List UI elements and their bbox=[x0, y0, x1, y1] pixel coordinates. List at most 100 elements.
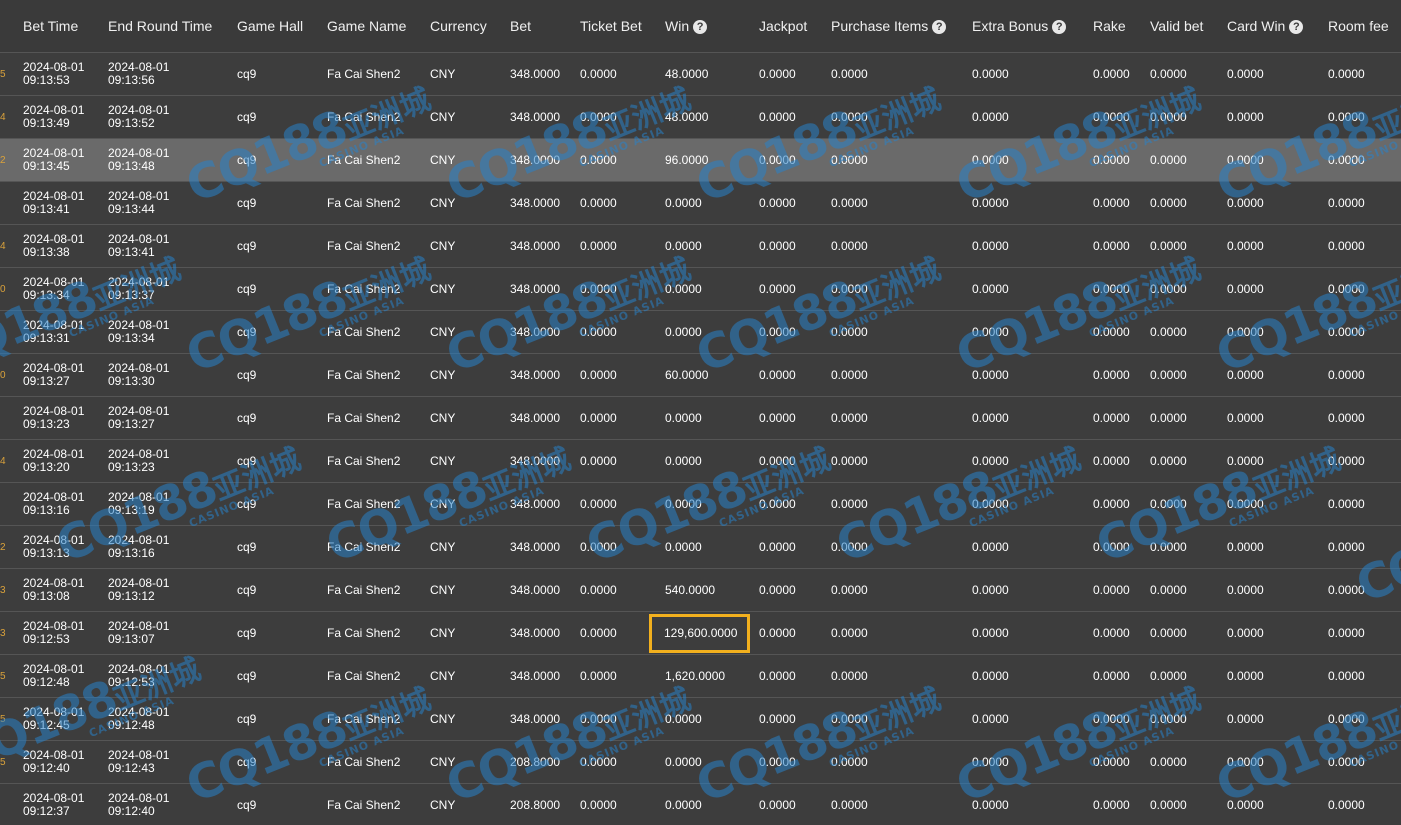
game-hall-cell: cq9 bbox=[237, 740, 327, 784]
purchase-items-cell: 0.0000 bbox=[831, 138, 972, 182]
column-header-rake[interactable]: Rake bbox=[1093, 0, 1150, 53]
table-row[interactable]: 2024-08-01 09:13:23 2024-08-01 09:13:27 cq9 F… bbox=[0, 396, 1401, 440]
jackpot-cell: 0.0000 bbox=[759, 697, 831, 741]
table-row[interactable]: 4 2024-08-01 09:13:49 2024-08-01 09:13:52 cq9… bbox=[0, 95, 1401, 139]
currency-cell: CNY bbox=[430, 310, 510, 354]
table-header-row: Bet Time End Round Time Game Hall Game Name… bbox=[0, 0, 1401, 53]
rake-cell: 0.0000 bbox=[1093, 482, 1150, 526]
column-header-currency[interactable]: Currency bbox=[430, 0, 510, 53]
extra-bonus-cell: 0.0000 bbox=[972, 697, 1093, 741]
bet-cell: 348.0000 bbox=[510, 568, 580, 612]
table-row[interactable]: 4 2024-08-01 09:13:38 2024-08-01 09:13:41 cq9… bbox=[0, 224, 1401, 268]
question-circle-icon[interactable]: ? bbox=[1289, 20, 1304, 34]
currency-cell: CNY bbox=[430, 95, 510, 139]
currency-cell: CNY bbox=[430, 52, 510, 96]
room-fee-cell: 0.0000 bbox=[1328, 267, 1401, 311]
game-name-cell: Fa Cai Shen2 bbox=[327, 611, 430, 655]
column-header-room-fee[interactable]: Room fee bbox=[1328, 0, 1401, 53]
game-name-cell: Fa Cai Shen2 bbox=[327, 310, 430, 354]
column-header-valid-bet[interactable]: Valid bet bbox=[1150, 0, 1227, 53]
column-header-label: Extra Bonus bbox=[972, 18, 1049, 34]
purchase-items-cell: 0.0000 bbox=[831, 783, 972, 825]
valid-bet-cell: 0.0000 bbox=[1150, 181, 1227, 225]
table-row[interactable]: 2024-08-01 09:12:37 2024-08-01 09:12:40 cq9 F… bbox=[0, 783, 1401, 825]
bet-time-cell: 2024-08-01 09:13:38 bbox=[23, 224, 108, 268]
column-header-jackpot[interactable]: Jackpot bbox=[759, 0, 831, 53]
game-name-cell: Fa Cai Shen2 bbox=[327, 353, 430, 397]
game-name-cell: Fa Cai Shen2 bbox=[327, 52, 430, 96]
table-row[interactable]: 0 2024-08-01 09:13:34 2024-08-01 09:13:37 cq9… bbox=[0, 267, 1401, 311]
room-fee-cell: 0.0000 bbox=[1328, 654, 1401, 698]
row-lead-cell bbox=[0, 310, 23, 354]
table-row[interactable]: 2024-08-01 09:13:31 2024-08-01 09:13:34 cq9 F… bbox=[0, 310, 1401, 354]
column-header-label: Game Hall bbox=[237, 18, 304, 34]
table-row[interactable]: 0 2024-08-01 09:13:27 2024-08-01 09:13:30 cq9… bbox=[0, 353, 1401, 397]
time-text: 09:13:31 bbox=[23, 331, 70, 345]
question-circle-icon[interactable]: ? bbox=[932, 20, 947, 34]
table-row[interactable]: 2024-08-01 09:13:41 2024-08-01 09:13:44 cq9 F… bbox=[0, 181, 1401, 225]
extra-bonus-cell: 0.0000 bbox=[972, 740, 1093, 784]
table-row[interactable]: 3 2024-08-01 09:13:08 2024-08-01 09:13:12 cq9… bbox=[0, 568, 1401, 612]
table-row[interactable]: 2024-08-01 09:13:16 2024-08-01 09:13:19 cq9 F… bbox=[0, 482, 1401, 526]
ticket-bet-cell: 0.0000 bbox=[580, 783, 665, 825]
card-win-cell: 0.0000 bbox=[1227, 267, 1328, 311]
end-round-time-cell: 2024-08-01 09:13:07 bbox=[108, 611, 237, 655]
column-header-end-round-time[interactable]: End Round Time bbox=[108, 0, 237, 53]
table-row[interactable]: 4 2024-08-01 09:13:20 2024-08-01 09:13:23 cq9… bbox=[0, 439, 1401, 483]
end-round-time-cell: 2024-08-01 09:13:16 bbox=[108, 525, 237, 569]
question-circle-icon[interactable]: ? bbox=[693, 20, 708, 34]
column-header-purchase-items[interactable]: Purchase Items? bbox=[831, 0, 972, 53]
time-text: 09:13:34 bbox=[23, 288, 70, 302]
table-row[interactable]: 5 2024-08-01 09:12:48 2024-08-01 09:12:53 cq9… bbox=[0, 654, 1401, 698]
valid-bet-cell: 0.0000 bbox=[1150, 224, 1227, 268]
column-header-card-win[interactable]: Card Win? bbox=[1227, 0, 1328, 53]
game-name-cell: Fa Cai Shen2 bbox=[327, 396, 430, 440]
column-header-bet[interactable]: Bet bbox=[510, 0, 580, 53]
ticket-bet-cell: 0.0000 bbox=[580, 482, 665, 526]
purchase-items-cell: 0.0000 bbox=[831, 697, 972, 741]
time-text: 09:13:19 bbox=[108, 503, 155, 517]
column-header-bet-time[interactable]: Bet Time bbox=[23, 0, 108, 53]
table-row[interactable]: 2 2024-08-01 09:13:13 2024-08-01 09:13:16 cq9… bbox=[0, 525, 1401, 569]
rake-cell: 0.0000 bbox=[1093, 310, 1150, 354]
purchase-items-cell: 0.0000 bbox=[831, 611, 972, 655]
game-hall-cell: cq9 bbox=[237, 138, 327, 182]
column-header-extra-bonus[interactable]: Extra Bonus? bbox=[972, 0, 1093, 53]
room-fee-cell: 0.0000 bbox=[1328, 740, 1401, 784]
table-row[interactable]: 5 2024-08-01 09:12:40 2024-08-01 09:12:43 cq9… bbox=[0, 740, 1401, 784]
time-text: 09:13:37 bbox=[108, 288, 155, 302]
row-lead-cell: 3 bbox=[0, 611, 23, 655]
win-cell: 96.0000 bbox=[665, 138, 759, 182]
game-hall-cell: cq9 bbox=[237, 783, 327, 825]
column-header-label: Bet Time bbox=[23, 18, 79, 34]
bet-cell: 348.0000 bbox=[510, 525, 580, 569]
column-header-label: Purchase Items bbox=[831, 18, 929, 34]
time-text: 09:13:53 bbox=[23, 73, 70, 87]
column-header-win[interactable]: Win? bbox=[665, 0, 759, 53]
purchase-items-cell: 0.0000 bbox=[831, 396, 972, 440]
table-row[interactable]: 5 2024-08-01 09:12:45 2024-08-01 09:12:48 cq9… bbox=[0, 697, 1401, 741]
jackpot-cell: 0.0000 bbox=[759, 482, 831, 526]
column-header-ticket-bet[interactable]: Ticket Bet bbox=[580, 0, 665, 53]
time-text: 09:13:27 bbox=[108, 417, 155, 431]
rake-cell: 0.0000 bbox=[1093, 181, 1150, 225]
extra-bonus-cell: 0.0000 bbox=[972, 310, 1093, 354]
valid-bet-cell: 0.0000 bbox=[1150, 482, 1227, 526]
column-header-game-name[interactable]: Game Name bbox=[327, 0, 430, 53]
valid-bet-cell: 0.0000 bbox=[1150, 740, 1227, 784]
currency-cell: CNY bbox=[430, 783, 510, 825]
room-fee-cell: 0.0000 bbox=[1328, 138, 1401, 182]
table-row[interactable]: 5 2024-08-01 09:13:53 2024-08-01 09:13:56 cq9… bbox=[0, 52, 1401, 96]
question-circle-icon[interactable]: ? bbox=[1052, 20, 1067, 34]
game-hall-cell: cq9 bbox=[237, 611, 327, 655]
card-win-cell: 0.0000 bbox=[1227, 310, 1328, 354]
jackpot-cell: 0.0000 bbox=[759, 396, 831, 440]
table-row[interactable]: 3 2024-08-01 09:12:53 2024-08-01 09:13:07 cq9… bbox=[0, 611, 1401, 655]
column-header-game-hall[interactable]: Game Hall bbox=[237, 0, 327, 53]
end-round-time-cell: 2024-08-01 09:13:37 bbox=[108, 267, 237, 311]
row-lead-cell bbox=[0, 783, 23, 825]
row-lead-cell: 4 bbox=[0, 224, 23, 268]
bet-time-cell: 2024-08-01 09:13:53 bbox=[23, 52, 108, 96]
table-row[interactable]: 2 2024-08-01 09:13:45 2024-08-01 09:13:48 cq9… bbox=[0, 138, 1401, 182]
bet-cell: 348.0000 bbox=[510, 224, 580, 268]
